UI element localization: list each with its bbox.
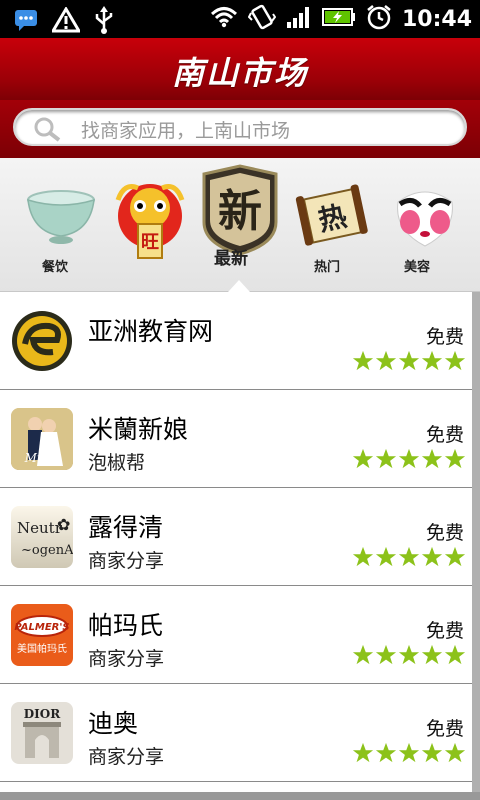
star-icon xyxy=(421,546,443,567)
svg-text:✿: ✿ xyxy=(57,515,70,534)
rating-stars xyxy=(352,350,466,372)
category-label: 热门 xyxy=(314,260,341,275)
message-icon xyxy=(14,9,38,35)
lion-badge-text: 旺 xyxy=(141,232,159,253)
lion-dance-icon: 旺 xyxy=(115,184,185,259)
star-icon xyxy=(375,644,397,665)
app-title: 南山市场 xyxy=(171,54,308,92)
category-lion[interactable]: 旺 xyxy=(108,176,194,280)
app-price: 免费 xyxy=(425,522,464,544)
new-badge-text: 新 xyxy=(218,186,262,237)
star-icon xyxy=(375,350,397,371)
category-label: 美容 xyxy=(404,260,431,275)
neutrogena-icon: Neutr ✿ ~ogenA xyxy=(11,506,73,568)
category-newest[interactable]: 新 最新 xyxy=(198,164,282,276)
star-icon xyxy=(352,742,374,763)
star-icon xyxy=(398,546,420,567)
search-placeholder: 找商家应用，上南山市场 xyxy=(81,120,291,142)
palmers-icon: PALMER'S 美国帕玛氏 xyxy=(11,604,73,666)
app-price: 免费 xyxy=(425,620,464,642)
star-icon xyxy=(398,448,420,469)
rating-stars xyxy=(352,448,466,470)
star-icon xyxy=(398,644,420,665)
star-icon xyxy=(421,350,443,371)
list-item[interactable]: DIOR 迪奥 商家分享 免费 xyxy=(0,684,472,782)
app-subtitle: 商家分享 xyxy=(88,648,165,670)
star-icon xyxy=(352,350,374,371)
bowl-icon xyxy=(27,190,95,244)
category-strip: 餐饮 旺 新 最新 热 热门 美容 xyxy=(0,158,480,292)
warning-icon xyxy=(50,6,82,37)
svg-text:~ogenA: ~ogenA xyxy=(21,543,73,558)
list-item[interactable]: Neutr ✿ ~ogenA 露得清 商家分享 免费 xyxy=(0,488,472,586)
star-icon xyxy=(352,448,374,469)
app-list: 亚洲教育网 免费 Milan 米蘭新娘 泡椒帮 免费 Neutr ✿ ~ogen… xyxy=(0,292,472,782)
dior-icon-text: DIOR xyxy=(24,707,61,721)
category-beauty[interactable]: 美容 xyxy=(386,180,466,280)
star-icon xyxy=(444,448,466,469)
app-subtitle: 商家分享 xyxy=(88,746,165,768)
category-hot[interactable]: 热 热门 xyxy=(292,180,372,280)
star-icon xyxy=(444,742,466,763)
category-label: 最新 xyxy=(214,249,248,269)
star-icon xyxy=(444,350,466,371)
app-name: 迪奥 xyxy=(88,709,139,738)
svg-text:Neutr: Neutr xyxy=(17,519,63,537)
milan-icon-text: Milan xyxy=(24,451,60,465)
star-icon xyxy=(421,742,443,763)
new-badge-icon: 新 xyxy=(202,164,278,256)
asia-edu-logo-icon xyxy=(11,310,73,372)
category-label: 餐饮 xyxy=(42,260,69,275)
milan-bride-icon: Milan xyxy=(11,408,73,470)
app-subtitle: 商家分享 xyxy=(88,550,165,572)
wifi-icon xyxy=(210,6,238,32)
scrollbar[interactable] xyxy=(472,292,480,800)
star-icon xyxy=(421,644,443,665)
alarm-icon xyxy=(366,4,392,34)
list-bottom-edge xyxy=(0,792,480,800)
star-icon xyxy=(444,546,466,567)
star-icon xyxy=(375,546,397,567)
palmers-icon-sub: 美国帕玛氏 xyxy=(17,642,67,655)
battery-charging-icon xyxy=(321,7,356,31)
star-icon xyxy=(352,644,374,665)
app-price: 免费 xyxy=(425,326,464,348)
scroll-icon: 热 xyxy=(295,184,368,246)
rating-stars xyxy=(352,546,466,568)
app-price: 免费 xyxy=(425,718,464,740)
app-price: 免费 xyxy=(425,424,464,446)
app-header: 南山市场 xyxy=(0,38,480,100)
star-icon xyxy=(421,448,443,469)
app-name: 亚洲教育网 xyxy=(88,317,214,346)
rating-stars xyxy=(352,742,466,764)
star-icon xyxy=(375,742,397,763)
star-icon xyxy=(398,350,420,371)
usb-icon xyxy=(94,6,114,38)
rating-stars xyxy=(352,644,466,666)
status-time: 10:44 xyxy=(401,6,472,32)
opera-mask-icon xyxy=(397,191,453,247)
signal-icon xyxy=(286,6,312,32)
star-icon xyxy=(398,742,420,763)
selected-category-pointer xyxy=(228,280,250,292)
category-food[interactable]: 餐饮 xyxy=(22,180,100,280)
app-subtitle: 泡椒帮 xyxy=(88,452,146,474)
app-name: 帕玛氏 xyxy=(88,611,164,640)
star-icon xyxy=(352,546,374,567)
star-icon xyxy=(444,644,466,665)
vibrate-icon xyxy=(247,3,277,35)
dior-icon: DIOR xyxy=(11,702,73,764)
palmers-icon-text: PALMER'S xyxy=(14,622,69,633)
list-item[interactable]: 亚洲教育网 免费 xyxy=(0,292,472,390)
list-item[interactable]: Milan 米蘭新娘 泡椒帮 免费 xyxy=(0,390,472,488)
search-bar: 找商家应用，上南山市场 xyxy=(0,100,480,158)
status-bar: 10:44 xyxy=(0,0,480,38)
search-icon xyxy=(33,116,63,146)
search-input[interactable]: 找商家应用，上南山市场 xyxy=(13,108,467,146)
app-name: 米蘭新娘 xyxy=(88,415,189,444)
app-name: 露得清 xyxy=(88,513,164,542)
list-item[interactable]: PALMER'S 美国帕玛氏 帕玛氏 商家分享 免费 xyxy=(0,586,472,684)
star-icon xyxy=(375,448,397,469)
